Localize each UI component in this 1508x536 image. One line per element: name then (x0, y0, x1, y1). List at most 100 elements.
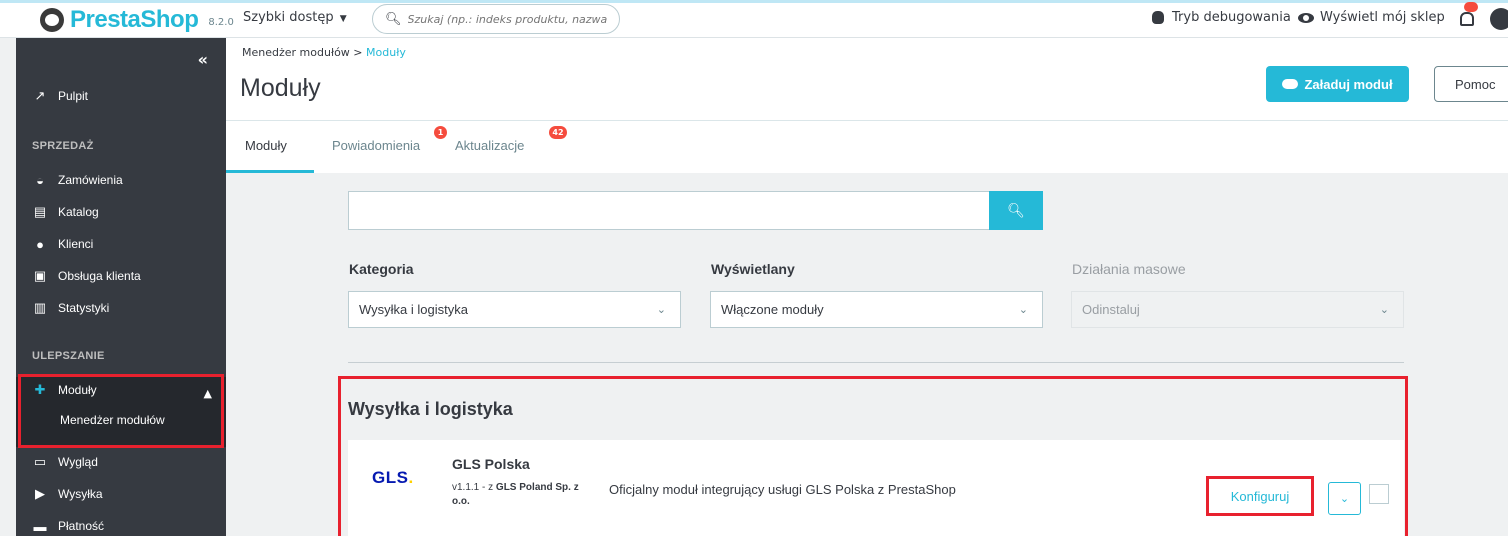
filters-divider (348, 362, 1404, 363)
trending-up-icon: ↗ (34, 88, 46, 103)
sidebar-item-customer-service[interactable]: ▣ Obsługa klienta (16, 262, 226, 290)
category-filter-label: Kategoria (349, 261, 414, 277)
logo-text: PrestaShop (70, 6, 199, 33)
sidebar-item-dashboard[interactable]: ↗ Pulpit (16, 82, 226, 110)
version-label: 8.2.0 (208, 16, 234, 28)
search-icon: 🔍︎ (385, 11, 402, 27)
bulk-actions-label: Działania masowe (1072, 261, 1186, 277)
chevron-down-icon: ⌄ (1339, 492, 1350, 505)
sidebar: « ↗ Pulpit SPRZEDAŻ ◒ Zamówienia ▤ Katal… (16, 38, 226, 536)
breadcrumb-parent[interactable]: Menedżer modułów (242, 46, 350, 59)
sidebar-item-label: Pulpit (58, 89, 89, 103)
section-sales: SPRZEDAŻ (32, 140, 94, 152)
module-name: GLS Polska (452, 456, 530, 472)
sidebar-item-label: Płatność (58, 519, 105, 533)
app-root: PrestaShop 8.2.0 Szybki dostęp ▼ 🔍︎ Tryb… (0, 0, 1508, 536)
top-bar: PrestaShop 8.2.0 Szybki dostęp ▼ 🔍︎ Tryb… (0, 0, 1508, 38)
sidebar-item-design[interactable]: ▭ Wygląd (16, 448, 226, 476)
sidebar-item-label: Katalog (58, 205, 99, 219)
breadcrumb: Menedżer modułów > Moduły (242, 46, 406, 59)
section-improve: ULEPSZANIE (32, 350, 105, 362)
sidebar-item-label: Wysyłka (58, 487, 103, 501)
quick-access-label: Szybki dostęp (243, 10, 334, 25)
chevron-up-icon: ▲ (203, 387, 212, 400)
user-icon: ● (36, 236, 44, 252)
active-tab-indicator (226, 170, 314, 173)
eye-icon (1298, 12, 1314, 23)
bug-icon (1152, 11, 1164, 24)
store-icon: ▤ (33, 204, 47, 219)
sidebar-item-catalog[interactable]: ▤ Katalog (16, 198, 226, 226)
tabs-divider (226, 120, 1508, 121)
sidebar-subitem-module-manager[interactable]: Menedżer modułów (60, 413, 165, 427)
top-search[interactable]: 🔍︎ (372, 4, 620, 34)
view-shop-label: Wyświetl mój sklep (1320, 10, 1445, 25)
tab-modules[interactable]: Moduły (245, 138, 287, 153)
display-select[interactable]: Włączone moduły ⌄ (710, 291, 1043, 328)
updates-badge: 42 (549, 126, 567, 139)
display-filter-label: Wyświetlany (711, 261, 795, 277)
view-shop-link[interactable]: Wyświetl mój sklep (1298, 10, 1445, 25)
notifications-bell[interactable] (1458, 2, 1478, 30)
collapse-sidebar-icon[interactable]: « (198, 50, 208, 69)
chevron-down-icon: ⌄ (656, 304, 666, 316)
sidebar-item-label: Wygląd (58, 455, 98, 469)
breadcrumb-current: Moduły (366, 46, 406, 59)
module-description: Oficjalny moduł integrujący usługi GLS P… (609, 482, 956, 497)
category-title: Wysyłka i logistyka (348, 399, 513, 419)
module-version-prefix: v1.1.1 - z (452, 482, 494, 493)
help-button[interactable]: Pomoc (1434, 66, 1508, 102)
debug-mode-link[interactable]: Tryb debugowania (1152, 10, 1291, 25)
page-header: Menedżer modułów > Moduły Moduły Załaduj… (226, 38, 1508, 173)
configure-button[interactable]: Konfiguruj (1206, 476, 1314, 516)
display-select-value: Włączone moduły (721, 302, 824, 317)
sidebar-item-stats[interactable]: ▥ Statystyki (16, 294, 226, 322)
chevron-down-icon: ⌄ (1379, 304, 1389, 316)
top-accent-line (0, 0, 1508, 3)
chat-icon: ▣ (33, 268, 47, 283)
prestashop-logo-icon (40, 8, 64, 32)
sidebar-item-customers[interactable]: ● Klienci (16, 230, 226, 258)
truck-icon: ▶ (35, 486, 45, 501)
bulk-actions-select: Odinstaluj ⌄ (1071, 291, 1404, 328)
category-select[interactable]: Wysyłka i logistyka ⌄ (348, 291, 681, 328)
quick-access-dropdown[interactable]: Szybki dostęp ▼ (243, 10, 347, 25)
sidebar-item-shipping[interactable]: ▶ Wysyłka (16, 480, 226, 508)
sidebar-item-payment[interactable]: ▬ Płatność (16, 512, 226, 536)
upload-module-button[interactable]: Załaduj moduł (1266, 66, 1409, 102)
sidebar-item-label: Zamówienia (58, 173, 123, 187)
sidebar-item-label: Statystyki (58, 301, 110, 315)
upload-module-label: Załaduj moduł (1304, 76, 1393, 92)
stats-icon: ▥ (33, 300, 47, 315)
sidebar-item-label: Klienci (58, 237, 94, 251)
sidebar-item-orders[interactable]: ◒ Zamówienia (16, 166, 226, 194)
logo[interactable]: PrestaShop 8.2.0 (40, 6, 234, 34)
sidebar-item-label: Moduły (58, 383, 97, 397)
gls-logo-text: GLS (372, 468, 409, 487)
module-version: v1.1.1 - z GLS Poland Sp. z o.o. (452, 481, 582, 509)
monitor-icon: ▭ (33, 454, 47, 469)
sidebar-item-modules[interactable]: ✚ Moduły (16, 376, 226, 404)
breadcrumb-separator: > (353, 46, 363, 59)
debug-mode-label: Tryb debugowania (1172, 10, 1291, 25)
search-icon: 🔍︎ (1007, 202, 1025, 219)
module-search-input[interactable] (348, 191, 989, 230)
module-actions-dropdown[interactable]: ⌄ (1328, 482, 1361, 515)
basket-icon: ◒ (36, 172, 44, 188)
sidebar-item-label: Obsługa klienta (58, 269, 141, 283)
notification-badge (1464, 2, 1478, 12)
tab-updates[interactable]: Aktualizacje (455, 138, 524, 153)
module-select-checkbox[interactable] (1369, 484, 1389, 504)
card-icon: ▬ (33, 518, 47, 534)
top-search-input[interactable] (407, 12, 608, 26)
user-avatar-icon[interactable] (1490, 8, 1508, 30)
bell-icon (1460, 12, 1474, 26)
category-select-value: Wysyłka i logistyka (359, 302, 468, 317)
page-title: Moduły (240, 74, 321, 102)
gls-logo: GLS. (372, 468, 414, 487)
caret-down-icon: ▼ (339, 14, 347, 24)
notifications-badge: 1 (434, 126, 447, 139)
tab-notifications[interactable]: Powiadomienia (332, 138, 420, 153)
module-search-button[interactable]: 🔍︎ (989, 191, 1043, 230)
puzzle-icon: ✚ (34, 382, 46, 397)
